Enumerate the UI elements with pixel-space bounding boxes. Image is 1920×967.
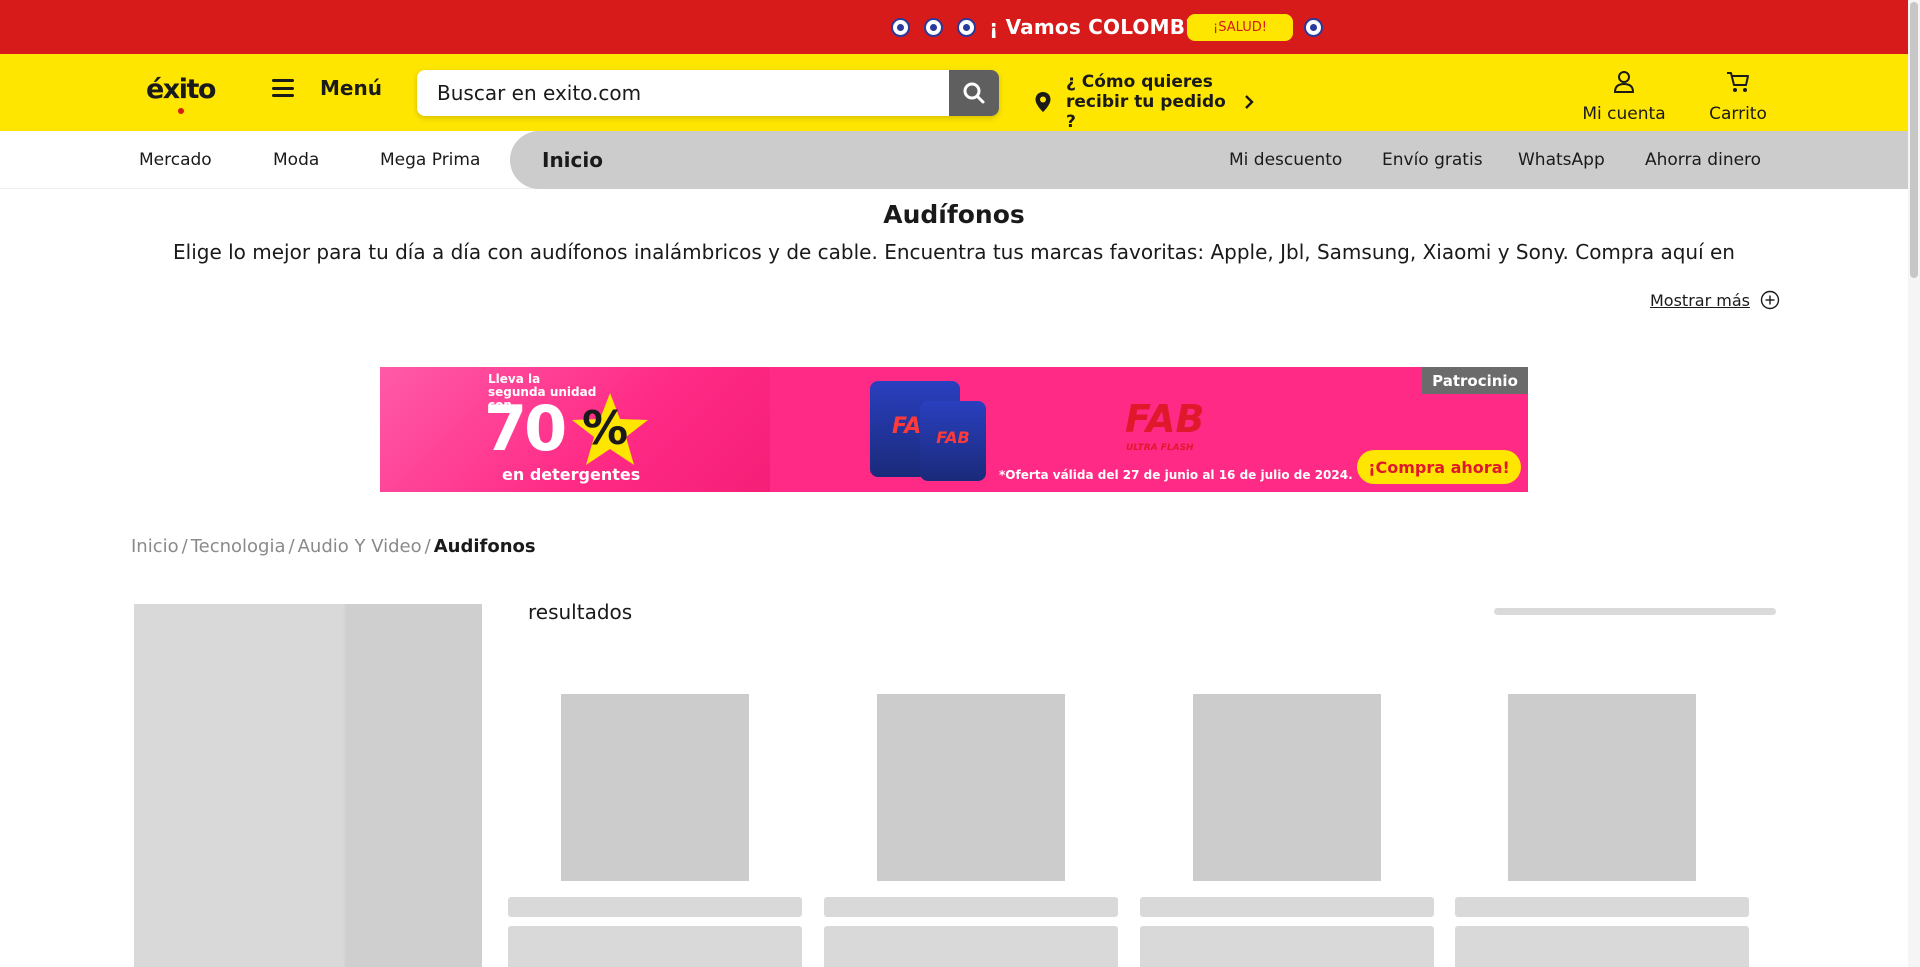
breadcrumb: Inicio / Tecnologia / Audio Y Video / Au… xyxy=(131,536,536,557)
account-label: Mi cuenta xyxy=(1582,104,1666,124)
exito-logo[interactable]: éxito xyxy=(146,74,216,114)
breadcrumb-current: Audifonos xyxy=(433,536,536,557)
product-card-skeleton xyxy=(1455,694,1749,967)
nav-item-mega-prima[interactable]: Mega Prima xyxy=(380,131,480,189)
category-title: Audífonos xyxy=(883,200,1025,229)
promo-message: ¡ Vamos COLOMBIA ! xyxy=(0,0,1330,54)
cart-icon xyxy=(1727,72,1749,92)
nav-item-envio-gratis[interactable]: Envío gratis xyxy=(1382,131,1483,189)
pack-label: FAB xyxy=(936,428,970,448)
show-more-link[interactable]: Mostrar más xyxy=(1650,290,1780,310)
product-title-skeleton xyxy=(824,897,1118,917)
nav-item-whatsapp[interactable]: WhatsApp xyxy=(1518,131,1605,189)
salud-button[interactable]: ¡SALUD! xyxy=(1187,14,1293,41)
product-card-skeleton xyxy=(824,694,1118,967)
product-price-skeleton xyxy=(1455,926,1749,967)
results-label: resultados xyxy=(528,600,633,624)
soccer-ball-icon xyxy=(891,17,911,37)
breadcrumb-separator: / xyxy=(288,536,295,557)
brand-subtitle: ULTRA FLASH xyxy=(1126,443,1194,453)
search-box xyxy=(417,70,999,116)
cart-button[interactable]: Carrito xyxy=(1698,70,1778,124)
plus-circle-icon xyxy=(1760,290,1780,310)
category-nav: Mercado Moda Mega Prima Inicio Mi descue… xyxy=(0,131,1920,189)
banner-percent-sign: % xyxy=(582,401,629,455)
product-image-skeleton xyxy=(877,694,1065,881)
category-description: Elige lo mejor para tu día a día con aud… xyxy=(173,240,1735,264)
breadcrumb-tecnologia[interactable]: Tecnologia xyxy=(191,536,286,557)
sponsored-label: Patrocinio xyxy=(1422,367,1528,394)
breadcrumb-audio-video[interactable]: Audio Y Video xyxy=(298,536,422,557)
breadcrumb-inicio[interactable]: Inicio xyxy=(131,536,179,557)
account-button[interactable]: Mi cuenta xyxy=(1574,70,1674,124)
product-title-skeleton xyxy=(1455,897,1749,917)
nav-item-mercado[interactable]: Mercado xyxy=(139,131,212,189)
search-input[interactable] xyxy=(417,70,949,116)
product-title-skeleton xyxy=(1140,897,1434,917)
soccer-ball-icon xyxy=(957,17,977,37)
delivery-text: ¿ Cómo quieres recibir tu pedido ? xyxy=(1066,72,1226,132)
search-icon xyxy=(963,82,985,104)
banner-promo-subtitle: en detergentes xyxy=(502,465,641,484)
product-price-skeleton xyxy=(1140,926,1434,967)
hamburger-icon xyxy=(272,79,294,97)
user-icon xyxy=(1613,71,1635,93)
menu-label: Menú xyxy=(320,76,382,100)
location-pin-icon xyxy=(1035,92,1051,112)
product-price-skeleton xyxy=(824,926,1118,967)
logo-text: éxito xyxy=(146,74,216,105)
banner-offer-text: *Oferta válida del 27 de junio al 16 de … xyxy=(999,468,1353,482)
product-pack-small: FAB xyxy=(920,401,986,481)
nav-item-moda[interactable]: Moda xyxy=(273,131,319,189)
product-title-skeleton xyxy=(508,897,802,917)
logo-dot xyxy=(178,108,184,114)
product-card-skeleton xyxy=(1140,694,1434,967)
main-header: éxito Menú ¿ Cómo quieres recibir tu ped… xyxy=(0,54,1920,132)
banner-cta-button[interactable]: ¡Compra ahora! xyxy=(1357,450,1521,484)
show-more-label: Mostrar más xyxy=(1650,290,1750,310)
nav-item-mi-descuento[interactable]: Mi descuento xyxy=(1229,131,1342,189)
product-card-skeleton xyxy=(508,694,802,967)
scrollbar-thumb[interactable] xyxy=(1910,2,1918,278)
nav-item-ahorra-dinero[interactable]: Ahorra dinero xyxy=(1645,131,1761,189)
sort-control-skeleton xyxy=(1494,608,1776,615)
cart-label: Carrito xyxy=(1709,104,1767,124)
banner-discount-number: 70 xyxy=(484,392,567,465)
product-image-skeleton xyxy=(561,694,749,881)
product-image-skeleton xyxy=(1508,694,1696,881)
sponsored-banner[interactable]: Lleva la segunda unidad con 70 % en dete… xyxy=(380,367,1528,492)
breadcrumb-separator: / xyxy=(181,536,188,557)
search-button[interactable] xyxy=(949,70,999,116)
soccer-ball-icon xyxy=(924,17,944,37)
delivery-selector[interactable]: ¿ Cómo quieres recibir tu pedido ? xyxy=(1034,72,1254,132)
filters-sidebar-skeleton xyxy=(134,604,482,967)
promo-bar: ¡ Vamos COLOMBIA ! ¡SALUD! xyxy=(0,0,1920,54)
chevron-right-icon xyxy=(1245,95,1254,109)
nav-item-inicio[interactable]: Inicio xyxy=(542,131,603,189)
product-image-skeleton xyxy=(1193,694,1381,881)
soccer-ball-icon xyxy=(1304,17,1323,37)
breadcrumb-separator: / xyxy=(424,536,431,557)
brand-logo-text: FAB xyxy=(1125,397,1205,441)
menu-button[interactable]: Menú xyxy=(272,76,382,100)
product-price-skeleton xyxy=(508,926,802,967)
